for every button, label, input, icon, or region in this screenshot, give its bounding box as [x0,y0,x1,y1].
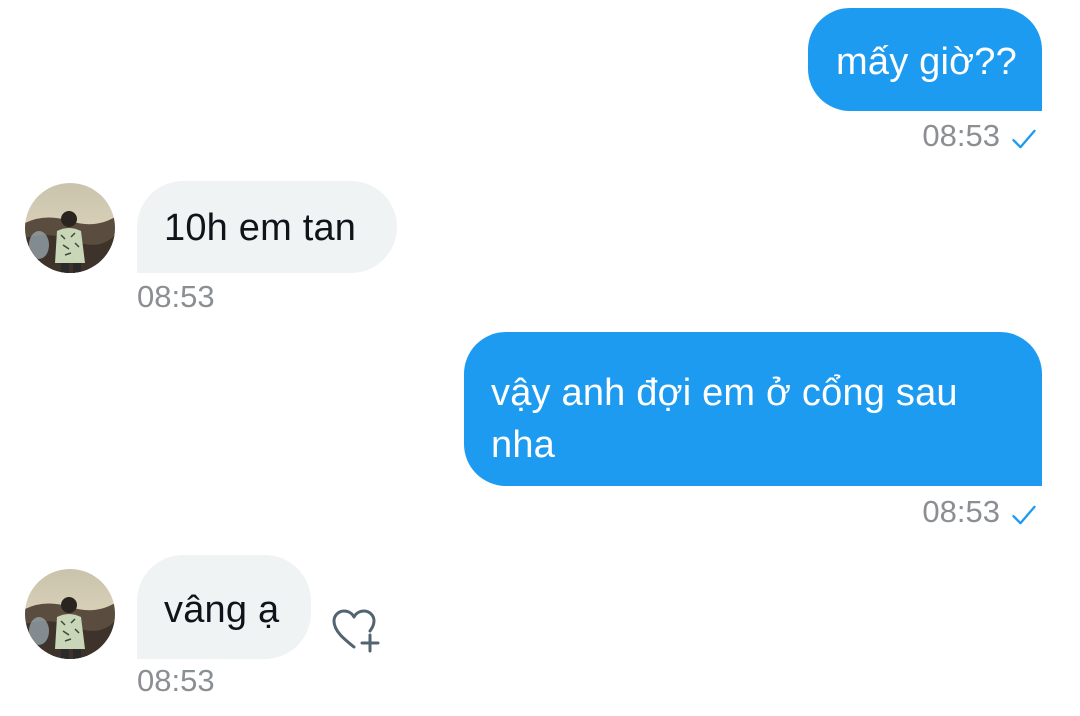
message-timestamp: 08:53 [137,279,215,314]
received-message-bubble[interactable]: 10h em tan [137,181,397,273]
message-text: 10h em tan [164,207,357,249]
message-text: mấy giờ?? [836,41,1017,83]
heart-plus-icon[interactable] [330,607,384,655]
message-timestamp: 08:53 [922,118,1000,153]
message-text-line: nha [491,424,556,466]
sent-message-bubble[interactable]: mấy giờ?? [808,8,1042,111]
sent-message-bubble[interactable]: vậy anh đợi em ở cổng sau nha [464,332,1042,486]
avatar[interactable] [25,183,115,273]
received-message-bubble[interactable]: vâng ạ [137,555,311,659]
message-text-line: vậy anh đợi em ở cổng sau [491,372,958,414]
message-timestamp: 08:53 [137,663,215,698]
message-meta: 08:53 [922,118,1038,154]
message-meta: 08:53 [922,494,1038,530]
message-text: vâng ạ [164,589,280,631]
message-timestamp: 08:53 [922,494,1000,529]
check-icon [1012,505,1036,525]
check-icon [1012,129,1036,149]
avatar[interactable] [25,569,115,659]
